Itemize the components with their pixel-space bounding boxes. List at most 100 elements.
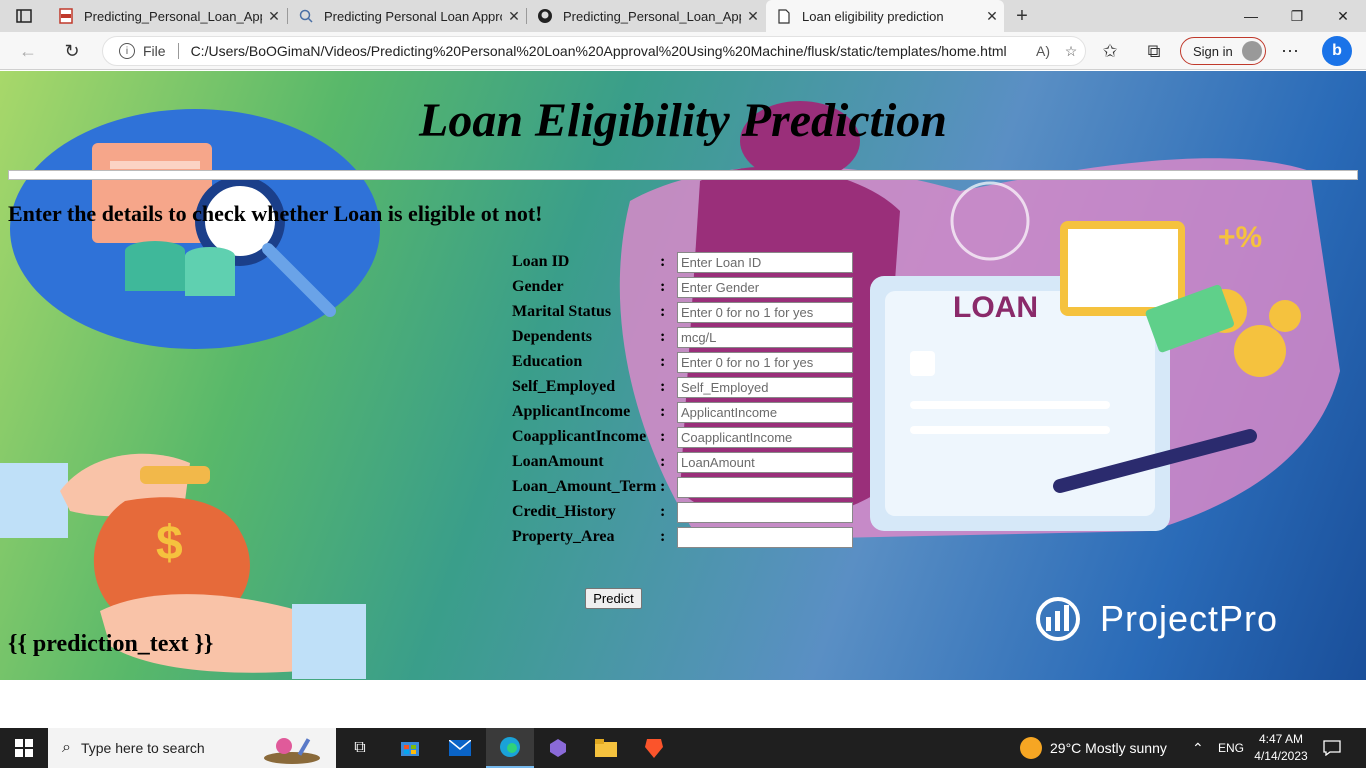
loan-amount-input[interactable] bbox=[677, 451, 853, 473]
document-icon bbox=[776, 8, 792, 24]
collections-icon[interactable]: ⧉ bbox=[1140, 37, 1168, 65]
credit-history-input[interactable] bbox=[677, 501, 853, 523]
projectpro-logo: ProjectPro bbox=[1026, 595, 1278, 643]
language-indicator[interactable]: ENG bbox=[1218, 728, 1244, 768]
notification-icon[interactable] bbox=[1320, 736, 1344, 760]
tab-search[interactable]: Predicting Personal Loan Approv ✕ bbox=[288, 0, 526, 32]
github-icon bbox=[537, 8, 553, 24]
gender-input[interactable] bbox=[677, 276, 853, 298]
address-bar-row: ← ↻ i File C:/Users/BoOGimaN/Videos/Pred… bbox=[0, 32, 1366, 70]
taskbar-search-box[interactable]: ⌕ Type here to search bbox=[48, 728, 336, 768]
close-icon[interactable]: ✕ bbox=[980, 8, 1004, 25]
pdf-icon bbox=[58, 8, 74, 24]
task-view-icon[interactable]: ⧉ bbox=[336, 728, 384, 768]
loan-amount-term-input[interactable] bbox=[677, 476, 853, 498]
search-highlight-icon bbox=[264, 738, 320, 764]
percent-illustration-label: +% bbox=[1218, 221, 1263, 254]
field-label: Credit_History bbox=[512, 503, 616, 520]
form-row-property-area: Property_Area : bbox=[512, 526, 853, 548]
projectpro-logo-text: ProjectPro bbox=[1100, 598, 1279, 639]
file-label: File bbox=[143, 43, 166, 59]
loan-illustration-label: LOAN bbox=[953, 291, 1038, 324]
tab-github[interactable]: Predicting_Personal_Loan_Appro ✕ bbox=[527, 0, 765, 32]
taskbar-clock[interactable]: 4:47 AM 4/14/2023 bbox=[1250, 731, 1312, 765]
field-colon: : bbox=[660, 378, 666, 395]
tab-title: Loan eligibility prediction bbox=[802, 8, 944, 24]
predict-button[interactable]: Predict bbox=[585, 588, 642, 609]
form-row-credit-history: Credit_History : bbox=[512, 501, 853, 523]
windows-taskbar: ⌕ Type here to search ⧉ 29°C Mostly sunn… bbox=[0, 728, 1366, 768]
windows-start-icon[interactable] bbox=[0, 728, 48, 768]
tab-title: Predicting_Personal_Loan_Appro bbox=[563, 8, 741, 24]
minimize-icon[interactable]: — bbox=[1228, 0, 1274, 32]
add-favorite-icon[interactable]: ☆ bbox=[1057, 43, 1085, 60]
field-label: Loan_Amount_Term bbox=[512, 478, 657, 495]
form-row-self-employed: Self_Employed : bbox=[512, 376, 853, 398]
avatar bbox=[1242, 41, 1262, 61]
field-colon: : bbox=[660, 278, 666, 295]
brave-icon[interactable] bbox=[630, 728, 678, 768]
close-window-icon[interactable]: ✕ bbox=[1320, 0, 1366, 32]
url-divider bbox=[177, 43, 179, 59]
refresh-icon[interactable]: ↻ bbox=[58, 37, 86, 65]
form-row-education: Education : bbox=[512, 351, 853, 373]
form-row-loan-id: Loan ID : bbox=[512, 251, 853, 273]
field-label: CoapplicantIncome bbox=[512, 428, 647, 445]
page-title: Loan Eligibility Prediction bbox=[419, 94, 947, 147]
loan-id-input[interactable] bbox=[677, 251, 853, 273]
restore-icon[interactable]: ❐ bbox=[1274, 0, 1320, 32]
weather-sun-icon bbox=[1020, 737, 1042, 759]
search-icon: ⌕ bbox=[62, 739, 71, 756]
form-row-loan-amount: LoanAmount : bbox=[512, 451, 853, 473]
field-colon: : bbox=[660, 253, 666, 270]
show-hidden-icons-icon[interactable]: ⌃ bbox=[1192, 728, 1204, 768]
coapplicant-income-input[interactable] bbox=[677, 426, 853, 448]
applicant-income-input[interactable] bbox=[677, 401, 853, 423]
close-icon[interactable]: ✕ bbox=[502, 8, 526, 25]
sign-in-button[interactable]: Sign in bbox=[1180, 37, 1266, 65]
form-row-coapplicant-income: CoapplicantIncome : bbox=[512, 426, 853, 448]
bing-icon[interactable]: b bbox=[1322, 36, 1352, 66]
form-row-marital-status: Marital Status : bbox=[512, 301, 853, 323]
field-colon: : bbox=[660, 353, 666, 370]
projectpro-logo-icon bbox=[1036, 597, 1080, 641]
back-icon[interactable]: ← bbox=[14, 37, 42, 65]
tab-loan-eligibility[interactable]: Loan eligibility prediction ✕ bbox=[766, 0, 1004, 32]
field-colon: : bbox=[660, 478, 666, 495]
horizontal-rule bbox=[8, 170, 1358, 180]
dollar-illustration-label: $ bbox=[156, 517, 183, 570]
search-icon bbox=[298, 8, 314, 24]
address-bar[interactable]: i File C:/Users/BoOGimaN/Videos/Predicti… bbox=[102, 36, 1086, 66]
dependents-input[interactable] bbox=[677, 326, 853, 348]
file-explorer-icon[interactable] bbox=[582, 728, 630, 768]
info-icon[interactable]: i bbox=[119, 43, 135, 59]
weather-widget[interactable]: 29°C Mostly sunny bbox=[1020, 728, 1167, 768]
prediction-text: {{ prediction_text }} bbox=[8, 631, 214, 657]
field-colon: : bbox=[660, 428, 666, 445]
more-icon[interactable]: ⋯ bbox=[1276, 37, 1304, 65]
edge-icon[interactable] bbox=[486, 728, 534, 768]
microsoft-store-icon[interactable] bbox=[386, 728, 434, 768]
tab-actions-icon[interactable] bbox=[8, 4, 40, 28]
marital-status-input[interactable] bbox=[677, 301, 853, 323]
new-tab-icon[interactable]: + bbox=[1010, 4, 1034, 28]
sign-in-label: Sign in bbox=[1193, 43, 1233, 59]
field-colon: : bbox=[660, 303, 666, 320]
clock-date: 4/14/2023 bbox=[1254, 749, 1308, 763]
read-aloud-icon[interactable]: A) bbox=[1029, 43, 1057, 59]
close-icon[interactable]: ✕ bbox=[741, 8, 765, 25]
field-label: Property_Area bbox=[512, 528, 615, 545]
field-colon: : bbox=[660, 453, 666, 470]
url-text[interactable]: C:/Users/BoOGimaN/Videos/Predicting%20Pe… bbox=[191, 43, 1029, 59]
visual-studio-icon[interactable] bbox=[534, 728, 582, 768]
field-label: Loan ID bbox=[512, 253, 570, 270]
close-icon[interactable]: ✕ bbox=[262, 8, 286, 25]
education-input[interactable] bbox=[677, 351, 853, 373]
property-area-input[interactable] bbox=[677, 526, 853, 548]
field-label: Self_Employed bbox=[512, 378, 616, 395]
mail-icon[interactable] bbox=[436, 728, 484, 768]
form-row-applicant-income: ApplicantIncome : bbox=[512, 401, 853, 423]
tab-pdf[interactable]: Predicting_Personal_Loan_Appro ✕ bbox=[48, 0, 286, 32]
favorites-icon[interactable]: ✩ bbox=[1096, 37, 1124, 65]
self-employed-input[interactable] bbox=[677, 376, 853, 398]
